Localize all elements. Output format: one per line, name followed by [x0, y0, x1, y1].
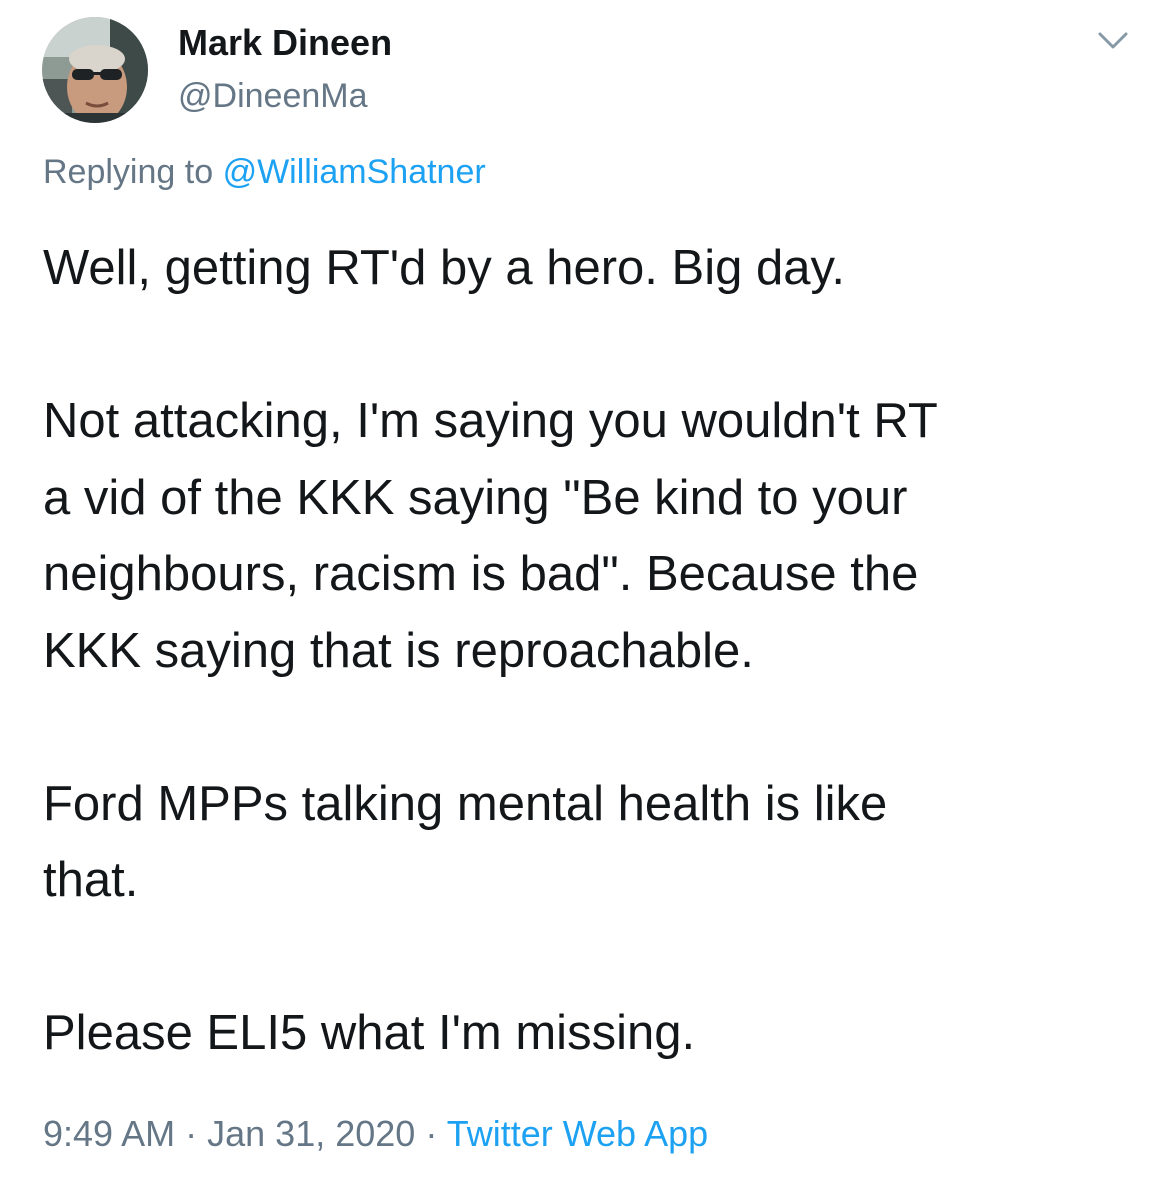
- tweet-text-line: Please ELI5 what I'm missing.: [43, 1006, 696, 1060]
- author-display-name[interactable]: Mark Dineen: [178, 22, 392, 64]
- tweet-text-line: KKK saying that is reproachable.: [43, 623, 754, 678]
- tweet-text-line: that.: [43, 853, 139, 907]
- chevron-down-icon[interactable]: [1096, 27, 1130, 53]
- tweet-text-line: a vid of the KKK saying "Be kind to your: [43, 470, 908, 525]
- replying-to-line: Replying to @WilliamShatner: [43, 153, 486, 192]
- tweet-text-line: neighbours, racism is bad". Because the: [43, 547, 919, 601]
- avatar-photo: [42, 17, 148, 123]
- meta-separator: ·: [185, 1113, 198, 1154]
- tweet: Mark Dineen @DineenMa Replying to @Willi…: [0, 0, 1175, 1200]
- meta-separator: ·: [425, 1113, 438, 1154]
- avatar[interactable]: [42, 17, 148, 123]
- tweet-time[interactable]: 9:49 AM: [43, 1113, 175, 1154]
- replying-to-label: Replying to: [43, 153, 214, 191]
- tweet-meta: 9:49 AM · Jan 31, 2020 · Twitter Web App: [43, 1113, 708, 1155]
- tweet-text-line: Not attacking, I'm saying you wouldn't R…: [43, 394, 938, 448]
- tweet-date[interactable]: Jan 31, 2020: [207, 1113, 415, 1154]
- tweet-source-link[interactable]: Twitter Web App: [447, 1113, 708, 1154]
- author-handle[interactable]: @DineenMa: [178, 77, 368, 116]
- tweet-text-line: Ford MPPs talking mental health is like: [43, 776, 888, 831]
- tweet-text: Well, getting RT'd by a hero. Big day. N…: [43, 230, 1133, 1072]
- reply-mention-link[interactable]: @WilliamShatner: [223, 153, 486, 191]
- tweet-text-line: Well, getting RT'd by a hero. Big day.: [43, 241, 845, 295]
